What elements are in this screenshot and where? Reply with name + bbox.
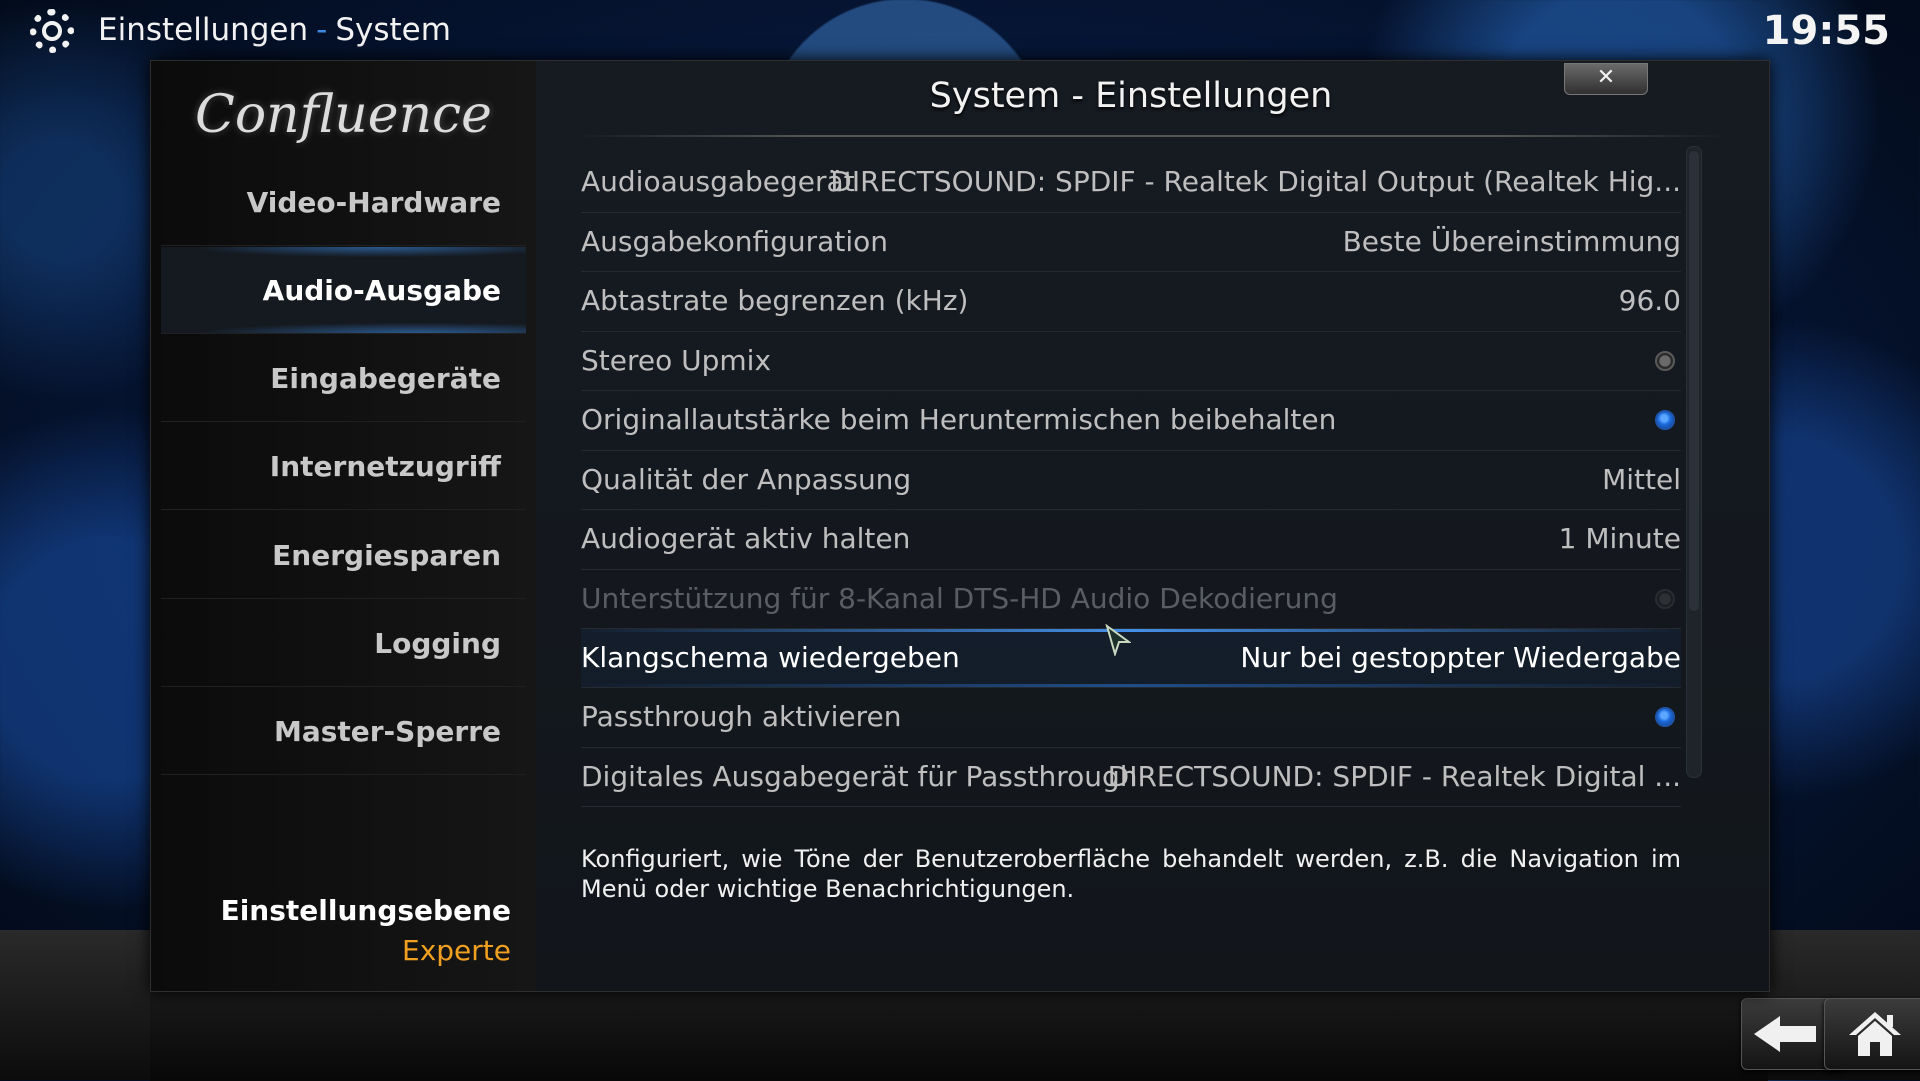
clock: 19:55 [1762, 8, 1890, 54]
setting-value: DIRECTSOUND: SPDIF - Realtek Digital Out… [830, 165, 1681, 198]
setting-row-ausgabekonfiguration[interactable]: Ausgabekonfiguration Beste Übereinstimmu… [581, 213, 1681, 272]
close-button[interactable]: ✕ [1564, 63, 1648, 95]
home-icon [1849, 1012, 1901, 1056]
setting-label: Klangschema wiedergeben [581, 641, 960, 674]
setting-label: Qualität der Anpassung [581, 462, 912, 496]
toggle-on-radio[interactable] [1655, 410, 1675, 430]
setting-value: Nur bei gestoppter Wiedergabe [1240, 641, 1681, 674]
sidebar-item-internetzugriff[interactable]: Internetzugriff [161, 423, 526, 510]
setting-description: Konfiguriert, wie Töne der Benutzeroberf… [581, 845, 1681, 903]
setting-value: Mittel [1602, 462, 1681, 496]
setting-row-passthrough-geraet[interactable]: Digitales Ausgabegerät für Passthrough D… [581, 748, 1681, 807]
settings-level-value[interactable]: Experte [402, 934, 511, 967]
sidebar-item-master-sperre[interactable]: Master-Sperre [161, 688, 526, 775]
setting-value: Beste Übereinstimmung [1342, 224, 1681, 258]
home-button[interactable] [1824, 998, 1920, 1070]
setting-label: Audioausgabegerät [581, 165, 855, 198]
scrollbar[interactable] [1686, 146, 1702, 778]
setting-row-stereo-upmix[interactable]: Stereo Upmix [581, 332, 1681, 391]
mouse-cursor-icon [1105, 624, 1131, 656]
setting-label: Abtastrate begrenzen (kHz) [581, 284, 969, 317]
settings-content: System - Einstellungen ✕ Audioausgabeger… [536, 61, 1769, 991]
breadcrumb-page: System [335, 12, 451, 48]
settings-list: Audioausgabegerät DIRECTSOUND: SPDIF - R… [581, 153, 1681, 807]
setting-row-dts-hd: Unterstützung für 8-Kanal DTS-HD Audio D… [581, 570, 1681, 629]
settings-dialog: Confluence Video-Hardware Audio-Ausgabe … [150, 60, 1770, 992]
setting-label: Ausgabekonfiguration [581, 224, 888, 258]
breadcrumb-separator: - [316, 12, 328, 48]
setting-row-klangschema[interactable]: Klangschema wiedergeben Nur bei gestoppt… [581, 629, 1681, 688]
setting-row-abtastrate[interactable]: Abtastrate begrenzen (kHz) 96.0 [581, 272, 1681, 332]
settings-level-label[interactable]: Einstellungsebene [221, 894, 511, 927]
sidebar-item-video-hardware[interactable]: Video-Hardware [161, 159, 526, 246]
scrollbar-thumb[interactable] [1689, 151, 1699, 611]
setting-row-originallautstaerke[interactable]: Originallautstärke beim Heruntermischen … [581, 391, 1681, 451]
setting-label: Digitales Ausgabegerät für Passthrough [581, 759, 1138, 793]
setting-row-qualitaet[interactable]: Qualität der Anpassung Mittel [581, 451, 1681, 510]
breadcrumb-section: Einstellungen [98, 12, 309, 48]
title-divider [576, 135, 1726, 137]
back-arrow-icon-shaft [1778, 1026, 1816, 1042]
sidebar-item-eingabegeraete[interactable]: Eingabegeräte [161, 335, 526, 422]
setting-label: Stereo Upmix [581, 343, 772, 377]
sidebar: Confluence Video-Hardware Audio-Ausgabe … [151, 61, 536, 991]
setting-value: DIRECTSOUND: SPDIF - Realtek Digital ... [1107, 759, 1681, 793]
setting-label: Audiogerät aktiv halten [581, 522, 911, 555]
setting-row-passthrough[interactable]: Passthrough aktivieren [581, 688, 1681, 748]
sidebar-item-audio-ausgabe[interactable]: Audio-Ausgabe [161, 247, 526, 334]
confluence-logo: Confluence [195, 85, 492, 145]
setting-value: 1 Minute [1558, 522, 1681, 555]
toggle-disabled-radio [1655, 588, 1675, 609]
toggle-on-radio[interactable] [1655, 707, 1675, 727]
setting-label: Unterstützung für 8-Kanal DTS-HD Audio D… [581, 581, 1338, 615]
top-bar: Einstellungen - System 19:55 [0, 0, 1920, 62]
setting-row-audioausgabegeraet[interactable]: Audioausgabegerät DIRECTSOUND: SPDIF - R… [581, 153, 1681, 213]
gear-icon [30, 9, 74, 53]
breadcrumb: Einstellungen - System [98, 12, 451, 48]
setting-label: Passthrough aktivieren [581, 700, 902, 733]
setting-label: Originallautstärke beim Heruntermischen … [581, 403, 1337, 436]
toggle-off-radio[interactable] [1655, 350, 1675, 371]
back-arrow-icon [1754, 1016, 1780, 1052]
sidebar-item-energiesparen[interactable]: Energiesparen [161, 512, 526, 599]
setting-row-audiogeraet-aktiv[interactable]: Audiogerät aktiv halten 1 Minute [581, 510, 1681, 570]
sidebar-item-logging[interactable]: Logging [161, 600, 526, 687]
page-title: System - Einstellungen [929, 76, 1333, 116]
setting-value: 96.0 [1618, 284, 1681, 317]
bottom-panel [150, 988, 1768, 1081]
